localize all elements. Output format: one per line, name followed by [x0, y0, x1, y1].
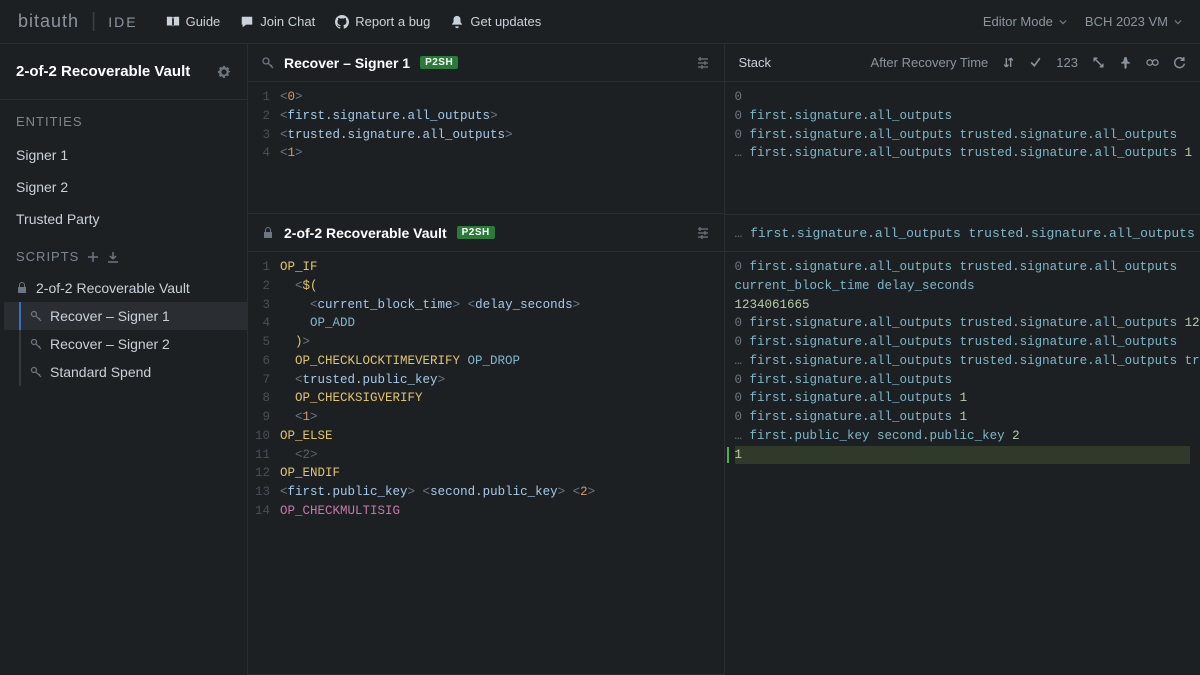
sidebar: 2-of-2 Recoverable Vault ENTITIES Signer…: [0, 44, 248, 675]
link-icon[interactable]: [1146, 56, 1159, 69]
lock-script-editor[interactable]: 1OP_IF2 <$(3 <current_block_time> <delay…: [248, 252, 724, 674]
project-title: 2-of-2 Recoverable Vault: [16, 63, 190, 80]
chevron-down-icon: [1174, 18, 1182, 26]
gear-icon[interactable]: [217, 65, 231, 79]
get-updates-link[interactable]: Get updates: [450, 14, 541, 29]
pin-icon[interactable]: [1119, 56, 1132, 69]
stack-trace-unlock: 00 first.signature.all_outputs0 first.si…: [725, 82, 1200, 214]
settings-sliders-icon[interactable]: [696, 56, 710, 70]
editor-column: Recover – Signer 1 P2SH 1<0>2<first.sign…: [248, 44, 725, 675]
editor-mode-label: Editor Mode: [983, 14, 1053, 29]
script-tree-child[interactable]: Recover – Signer 2: [4, 330, 247, 358]
key-icon: [30, 366, 42, 378]
stack-trace-lock: 0 first.signature.all_outputs trusted.si…: [725, 252, 1200, 675]
get-updates-label: Get updates: [470, 14, 541, 29]
key-icon: [262, 57, 274, 69]
unlock-script-title: Recover – Signer 1: [284, 55, 410, 71]
p2sh-badge: P2SH: [420, 56, 458, 69]
editor-mode-dropdown[interactable]: Editor Mode: [983, 14, 1067, 29]
lock-script-title: 2-of-2 Recoverable Vault: [284, 225, 447, 241]
import-script-icon[interactable]: [107, 251, 119, 263]
script-tree-root[interactable]: 2-of-2 Recoverable Vault: [4, 274, 247, 302]
sidebar-item-entity[interactable]: Signer 2: [0, 171, 247, 203]
expand-icon[interactable]: [1092, 56, 1105, 69]
join-chat-label: Join Chat: [260, 14, 315, 29]
numeric-format-toggle[interactable]: 123: [1056, 55, 1078, 70]
report-bug-label: Report a bug: [355, 14, 430, 29]
lock-icon: [262, 227, 274, 239]
stack-trace-boundary: … first.signature.all_outputs trusted.si…: [725, 214, 1200, 252]
join-chat-link[interactable]: Join Chat: [240, 14, 315, 29]
sidebar-item-entity[interactable]: Signer 1: [0, 139, 247, 171]
github-icon: [335, 15, 349, 29]
unlock-script-editor[interactable]: 1<0>2<first.signature.all_outputs>3<trus…: [248, 82, 724, 213]
scripts-header: SCRIPTS: [0, 235, 247, 274]
scenario-label[interactable]: After Recovery Time: [871, 55, 989, 70]
app-logo: bitauth | IDE: [18, 10, 138, 33]
sort-icon[interactable]: [1002, 56, 1015, 69]
bell-icon: [450, 15, 464, 29]
logo-word: bitauth: [18, 11, 79, 32]
p2sh-badge: P2SH: [457, 226, 495, 239]
guide-link[interactable]: Guide: [166, 14, 221, 29]
script-tree-root-label: 2-of-2 Recoverable Vault: [36, 280, 190, 296]
key-icon: [30, 310, 42, 322]
logo-separator: |: [91, 10, 96, 33]
chat-icon: [240, 15, 254, 29]
script-tree-child[interactable]: Recover – Signer 1: [4, 302, 247, 330]
chevron-down-icon: [1059, 18, 1067, 26]
vm-label: BCH 2023 VM: [1085, 14, 1168, 29]
report-bug-link[interactable]: Report a bug: [335, 14, 430, 29]
lock-icon: [16, 282, 28, 294]
entities-header: ENTITIES: [0, 100, 247, 139]
script-tree-child[interactable]: Standard Spend: [4, 358, 247, 386]
guide-label: Guide: [186, 14, 221, 29]
book-icon: [166, 15, 180, 29]
stack-column: Stack After Recovery Time 123 00 first.s…: [725, 44, 1200, 675]
add-script-icon[interactable]: [87, 251, 99, 263]
key-icon: [30, 338, 42, 350]
logo-ide: IDE: [108, 14, 137, 30]
vm-dropdown[interactable]: BCH 2023 VM: [1085, 14, 1182, 29]
settings-sliders-icon[interactable]: [696, 226, 710, 240]
stack-title: Stack: [739, 55, 772, 70]
sidebar-item-entity[interactable]: Trusted Party: [0, 203, 247, 235]
refresh-icon[interactable]: [1173, 56, 1186, 69]
check-icon[interactable]: [1029, 56, 1042, 69]
